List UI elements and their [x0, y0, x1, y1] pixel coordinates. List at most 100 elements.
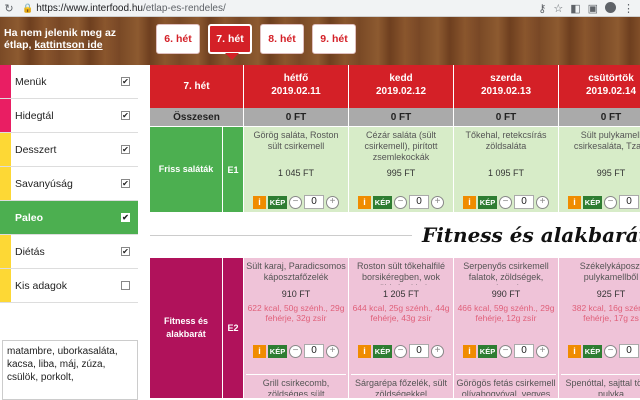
- sidebar-item-diétás[interactable]: Diétás ✔: [0, 235, 138, 269]
- day-name: kedd: [389, 73, 413, 84]
- day-date: 2019.02.13: [480, 86, 532, 97]
- sidebar-item-menük[interactable]: Menük ✔: [0, 65, 138, 99]
- category-color-bar: [0, 167, 11, 200]
- sidebar-item-kis adagok[interactable]: Kis adagok: [0, 269, 138, 303]
- dish-price: 1 205 FT: [382, 289, 420, 299]
- menu-missing-note: Ha nem jelenik meg az étlap, kattintson …: [4, 27, 144, 51]
- extension-icon[interactable]: ◧: [570, 2, 580, 15]
- day-name: szerda: [490, 73, 522, 84]
- increase-button[interactable]: +: [326, 195, 339, 209]
- menu-dots-icon[interactable]: ⋮: [623, 2, 634, 15]
- profile-avatar[interactable]: [605, 1, 616, 13]
- quantity-input[interactable]: 0: [409, 195, 429, 209]
- sidebar-item-label: Kis adagok: [15, 279, 67, 292]
- quantity-input[interactable]: 0: [514, 195, 534, 209]
- tab-week-8[interactable]: 8. hét: [260, 24, 304, 54]
- decrease-button[interactable]: −: [499, 344, 512, 358]
- info-button[interactable]: i: [358, 344, 371, 358]
- row-category-title: Fitness és alakbarát: [150, 258, 222, 398]
- decrease-button[interactable]: −: [604, 344, 617, 358]
- day-total: 0 FT: [558, 108, 640, 126]
- increase-button[interactable]: +: [536, 195, 549, 209]
- tab-week-7[interactable]: 7. hét: [208, 24, 252, 60]
- info-button[interactable]: i: [463, 344, 476, 358]
- category-checkbox[interactable]: ✔: [121, 77, 130, 86]
- info-button[interactable]: i: [358, 195, 371, 209]
- reload-icon[interactable]: ↻: [0, 2, 18, 15]
- image-button[interactable]: KÉP: [373, 195, 392, 209]
- order-controls: iKÉP−0+: [559, 195, 640, 209]
- day-total: 0 FT: [453, 108, 558, 126]
- row-category-title: Friss saláták: [150, 127, 222, 212]
- category-checkbox[interactable]: [121, 281, 130, 290]
- sidebar-item-hidegtál[interactable]: Hidegtál ✔: [0, 99, 138, 133]
- image-button[interactable]: KÉP: [268, 195, 287, 209]
- dish-name: Székelykáposzt pulykamellből: [579, 261, 640, 282]
- dish-name: Görög saláta, Roston sült csirkemell: [253, 130, 339, 151]
- info-button[interactable]: i: [568, 195, 581, 209]
- section-title: Fitness és alakbarát: [422, 223, 640, 247]
- info-button[interactable]: i: [568, 344, 581, 358]
- address-bar[interactable]: 🔒 https://www.interfood.hu/etlap-es-rend…: [22, 2, 538, 15]
- info-button[interactable]: i: [253, 195, 266, 209]
- order-controls: iKÉP−0+: [244, 195, 348, 209]
- quantity-input[interactable]: 0: [304, 195, 324, 209]
- extension-icon-2[interactable]: ▣: [588, 2, 598, 15]
- category-checkbox[interactable]: ✔: [121, 179, 130, 188]
- nutrition-info: 466 kcal, 59g szénh., 29g fehérje, 12g z…: [457, 303, 555, 323]
- image-button[interactable]: KÉP: [268, 344, 287, 358]
- order-controls: iKÉP−0+: [349, 195, 453, 209]
- category-checkbox[interactable]: ✔: [121, 145, 130, 154]
- key-icon[interactable]: ⚷: [538, 2, 546, 15]
- menu-cell: Sült karaj, Paradicsomos káposztafőzelék…: [243, 258, 348, 398]
- sidebar-item-desszert[interactable]: Desszert ✔: [0, 133, 138, 167]
- quantity-input[interactable]: 0: [619, 344, 639, 358]
- image-button[interactable]: KÉP: [478, 195, 497, 209]
- sidebar-item-label: Menük: [15, 75, 47, 88]
- menu-cell: Sült pulykamell csirkesaláta, Tzatz 995 F…: [558, 127, 640, 212]
- increase-button[interactable]: +: [326, 344, 339, 358]
- menu-cell: Görög saláta, Roston sült csirkemell 1 04…: [243, 127, 348, 212]
- decrease-button[interactable]: −: [394, 344, 407, 358]
- day-header: kedd 2019.02.12: [348, 65, 453, 108]
- image-button[interactable]: KÉP: [478, 344, 497, 358]
- quantity-input[interactable]: 0: [619, 195, 639, 209]
- week-tabs: 6. hét 7. hét 8. hét 9. hét: [156, 24, 356, 60]
- dish-name: Tőkehal, retekcsírás zöldsaláta: [465, 130, 547, 151]
- click-here-link[interactable]: kattintson ide: [34, 39, 102, 51]
- image-button[interactable]: KÉP: [583, 344, 602, 358]
- day-date: 2019.02.12: [375, 86, 427, 97]
- image-button[interactable]: KÉP: [373, 344, 392, 358]
- menu-cell: Cézár saláta (sült csirkemell), pirított…: [348, 127, 453, 212]
- increase-button[interactable]: +: [536, 344, 549, 358]
- sidebar-item-paleo[interactable]: Paleo ✔: [0, 201, 138, 235]
- decrease-button[interactable]: −: [289, 195, 302, 209]
- order-controls: iKÉP−0+: [244, 344, 348, 358]
- star-icon[interactable]: ☆: [553, 2, 563, 15]
- increase-button[interactable]: +: [431, 195, 444, 209]
- day-total: 0 FT: [348, 108, 453, 126]
- lock-icon: 🔒: [22, 2, 34, 13]
- quantity-input[interactable]: 0: [514, 344, 534, 358]
- next-dish-preview: Sárgarépa főzelék, sült zöldségekkel: [351, 374, 451, 396]
- sidebar-item-label: Diétás: [15, 245, 45, 258]
- decrease-button[interactable]: −: [499, 195, 512, 209]
- info-button[interactable]: i: [253, 344, 266, 358]
- increase-button[interactable]: +: [431, 344, 444, 358]
- info-button[interactable]: i: [463, 195, 476, 209]
- search-keywords-box[interactable]: matambre, uborkasaláta, kacsa, liba, máj…: [2, 340, 138, 400]
- quantity-input[interactable]: 0: [304, 344, 324, 358]
- category-checkbox[interactable]: ✔: [121, 111, 130, 120]
- quantity-input[interactable]: 0: [409, 344, 429, 358]
- category-checkbox[interactable]: ✔: [121, 213, 130, 222]
- day-name: csütörtök: [588, 73, 634, 84]
- tab-week-6[interactable]: 6. hét: [156, 24, 200, 54]
- tab-week-9[interactable]: 9. hét: [312, 24, 356, 54]
- sidebar-item-savanyúság[interactable]: Savanyúság ✔: [0, 167, 138, 201]
- category-checkbox[interactable]: ✔: [121, 247, 130, 256]
- decrease-button[interactable]: −: [394, 195, 407, 209]
- decrease-button[interactable]: −: [289, 344, 302, 358]
- image-button[interactable]: KÉP: [583, 195, 602, 209]
- site-header: Ha nem jelenik meg az étlap, kattintson …: [0, 17, 640, 65]
- decrease-button[interactable]: −: [604, 195, 617, 209]
